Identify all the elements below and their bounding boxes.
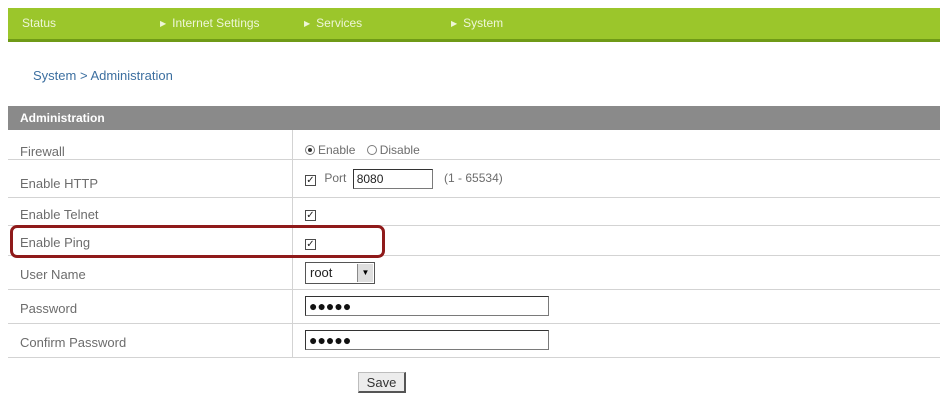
- row-confirm-password: Confirm Password ●●●●●: [8, 324, 940, 358]
- section-header-administration: Administration: [8, 106, 940, 130]
- row-firewall: Firewall Enable Disable: [8, 130, 940, 160]
- firewall-enable-label: Enable: [318, 143, 356, 157]
- confirm-password-input[interactable]: ●●●●●: [305, 330, 549, 350]
- column-divider: [292, 198, 293, 225]
- user-name-select[interactable]: root ▼: [305, 262, 375, 284]
- nav-status[interactable]: Status: [22, 8, 56, 39]
- row-user-name: User Name root ▼: [8, 256, 940, 290]
- confirm-password-label: Confirm Password: [20, 335, 127, 350]
- nav-system-label: System: [463, 16, 504, 30]
- port-input[interactable]: 8080: [352, 169, 433, 189]
- row-password: Password ●●●●●: [8, 290, 940, 324]
- breadcrumb: System > Administration: [33, 68, 173, 83]
- column-divider: [292, 256, 293, 289]
- enable-telnet-checkbox[interactable]: ✓: [305, 210, 316, 221]
- radio-unselected-icon: [366, 145, 377, 155]
- password-label: Password: [20, 301, 78, 316]
- enable-http-label: Enable HTTP: [20, 176, 99, 191]
- firewall-disable-label: Disable: [379, 143, 420, 157]
- user-name-label: User Name: [20, 267, 86, 282]
- enable-telnet-label: Enable Telnet: [20, 207, 99, 222]
- row-enable-http: Enable HTTP ✓ Port 8080 (1 - 65534): [8, 160, 940, 198]
- column-divider: [292, 160, 293, 197]
- nav-internet-settings[interactable]: ▶ Internet Settings: [160, 8, 260, 39]
- nav-system[interactable]: ▶ System: [451, 8, 503, 39]
- firewall-enable-radio[interactable]: Enable: [305, 143, 355, 157]
- firewall-disable-radio[interactable]: Disable: [366, 143, 420, 157]
- port-range-hint: (1 - 65534): [444, 171, 503, 186]
- port-label: Port: [324, 171, 347, 186]
- triangle-right-icon: ▶: [451, 19, 458, 28]
- triangle-right-icon: ▶: [304, 19, 311, 28]
- user-name-selected-value: root: [310, 265, 333, 280]
- column-divider: [292, 130, 293, 159]
- enable-ping-highlight: [10, 225, 385, 258]
- triangle-right-icon: ▶: [160, 19, 167, 28]
- nav-services-label: Services: [316, 16, 363, 30]
- password-input[interactable]: ●●●●●: [305, 296, 549, 316]
- top-nav-bar: Status ▶ Internet Settings ▶ Services ▶ Sys…: [8, 8, 940, 42]
- enable-http-checkbox[interactable]: ✓: [305, 175, 316, 187]
- radio-selected-icon: [305, 145, 315, 155]
- chevron-down-icon: ▼: [357, 264, 373, 282]
- column-divider: [292, 324, 293, 357]
- nav-internet-settings-label: Internet Settings: [172, 16, 260, 30]
- column-divider: [292, 290, 293, 323]
- save-button[interactable]: Save: [358, 372, 406, 393]
- nav-services[interactable]: ▶ Services: [304, 8, 362, 39]
- firewall-label: Firewall: [20, 144, 65, 159]
- row-enable-telnet: Enable Telnet ✓: [8, 198, 940, 226]
